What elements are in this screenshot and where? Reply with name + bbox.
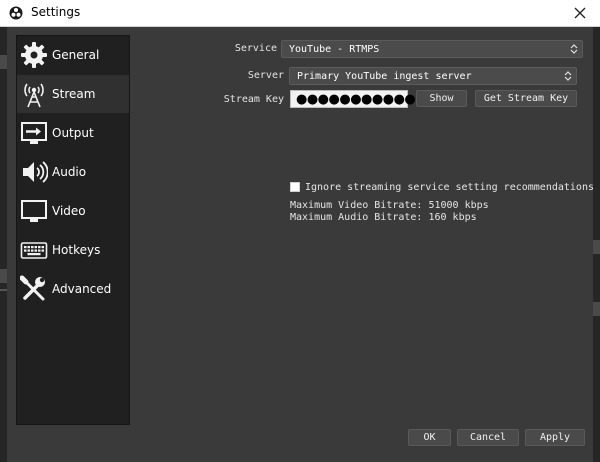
server-label: Server — [247, 70, 284, 81]
ok-button[interactable]: OK — [408, 429, 451, 446]
sidebar-item-label: Hotkeys — [52, 243, 101, 257]
sidebar-item-label: Audio — [52, 165, 87, 179]
stream-key-label: Stream Key — [223, 94, 284, 105]
service-select[interactable]: YouTube - RTMPS — [281, 40, 583, 58]
server-value: Primary YouTube ingest server — [297, 71, 472, 82]
server-select[interactable]: Primary YouTube ingest server — [289, 67, 577, 85]
sidebar-item-advanced[interactable]: Advanced — [17, 270, 129, 308]
get-stream-key-button[interactable]: Get Stream Key — [475, 90, 577, 107]
max-audio-bitrate-text: Maximum Audio Bitrate: 160 kbps — [290, 212, 477, 223]
output-monitor-icon — [21, 122, 47, 144]
ignore-recommendations-checkbox[interactable] — [290, 182, 300, 192]
stream-key-masked-value: ●●●●●●●●●●●● — [296, 92, 427, 107]
settings-window: Settings General Stream Output Audio Vid… — [0, 0, 600, 462]
sidebar-item-label: Video — [52, 204, 86, 218]
keyboard-icon — [20, 242, 48, 259]
cancel-button[interactable]: Cancel — [457, 429, 519, 446]
speaker-icon — [23, 161, 48, 183]
gear-icon — [21, 42, 47, 68]
title-bar: Settings — [0, 0, 600, 27]
background-left-edge — [0, 27, 7, 462]
sidebar-item-stream[interactable]: Stream — [17, 75, 129, 113]
apply-button[interactable]: Apply — [525, 429, 585, 446]
broadcast-tower-icon — [24, 83, 44, 108]
background-right-edge — [593, 27, 600, 462]
close-icon[interactable] — [570, 3, 590, 23]
sidebar-item-label: Output — [52, 126, 94, 140]
sidebar-item-output[interactable]: Output — [17, 114, 129, 152]
updown-arrows-icon — [564, 71, 572, 81]
service-value: YouTube - RTMPS — [289, 44, 380, 55]
service-label: Service — [234, 43, 277, 54]
show-key-button[interactable]: Show — [416, 90, 467, 107]
sidebar-item-audio[interactable]: Audio — [17, 153, 129, 191]
sidebar-item-video[interactable]: Video — [17, 192, 129, 230]
sidebar-item-general[interactable]: General — [17, 36, 129, 74]
monitor-icon — [21, 200, 47, 222]
settings-sidebar: General Stream Output Audio Video Hotkey… — [16, 35, 130, 425]
sidebar-item-hotkeys[interactable]: Hotkeys — [17, 231, 129, 269]
sidebar-item-label: Stream — [52, 87, 96, 101]
max-video-bitrate-text: Maximum Video Bitrate: 51000 kbps — [290, 200, 489, 211]
sidebar-item-label: Advanced — [52, 282, 112, 296]
tools-icon — [20, 275, 45, 301]
sidebar-item-label: General — [52, 48, 100, 62]
window-title: Settings — [31, 5, 81, 19]
updown-arrows-icon — [570, 44, 578, 54]
obs-logo-icon — [9, 6, 23, 20]
stream-key-input[interactable]: ●●●●●●●●●●●● — [290, 90, 427, 108]
ignore-recommendations-label: Ignore streaming service setting recomme… — [305, 182, 594, 193]
